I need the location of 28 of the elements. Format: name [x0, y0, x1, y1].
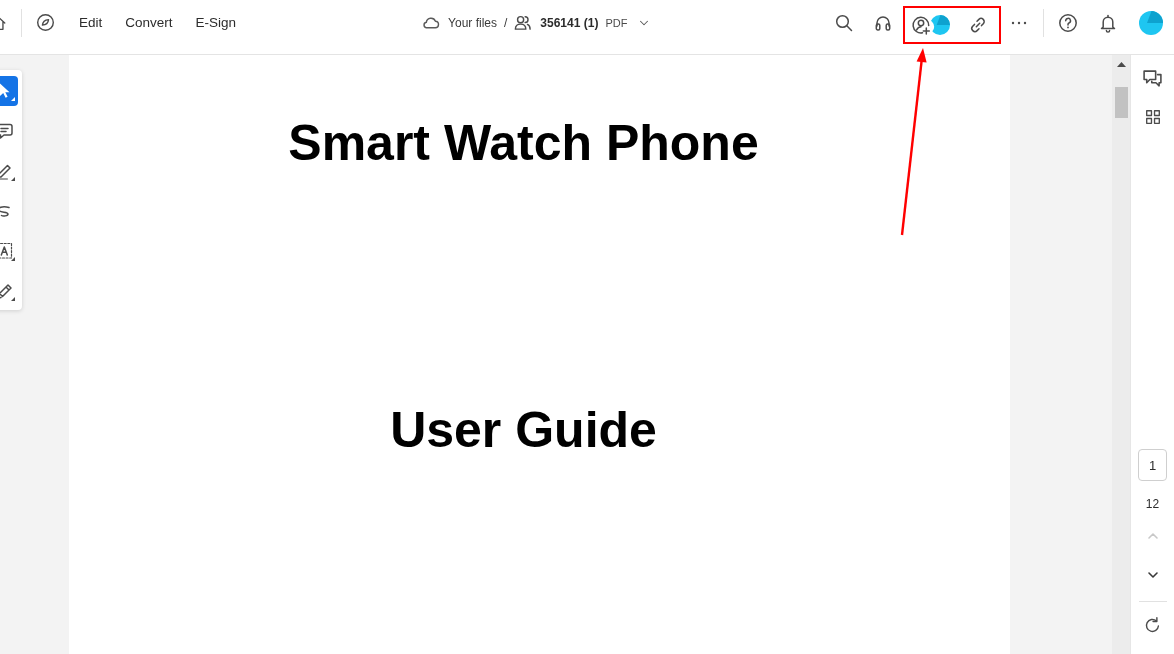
scroll-up-arrow-icon[interactable]: [1116, 62, 1126, 67]
chat-bubbles-icon[interactable]: [1142, 68, 1163, 89]
breadcrumb-separator: /: [504, 15, 508, 30]
people-icon: [513, 13, 533, 32]
breadcrumb-link[interactable]: Your files: [448, 15, 497, 30]
link-icon[interactable]: [968, 15, 988, 35]
help-icon[interactable]: [1058, 12, 1078, 33]
text-select-icon: [0, 241, 15, 261]
cursor-icon: [0, 81, 15, 101]
file-name: 356141 (1): [540, 15, 599, 30]
page-number-field[interactable]: 1: [1138, 449, 1167, 481]
file-type-label: PDF: [605, 16, 628, 29]
avatar-icon[interactable]: [1139, 10, 1163, 35]
pen-icon: [0, 281, 15, 301]
menu-item[interactable]: E-Sign: [195, 15, 237, 30]
search-icon[interactable]: [834, 12, 854, 33]
comment-icon: [0, 121, 15, 141]
document-title: Smart Watch Phone: [288, 114, 759, 172]
total-pages: 12: [1145, 496, 1160, 512]
grid-icon[interactable]: [1143, 108, 1162, 126]
menu-item[interactable]: Convert: [125, 15, 173, 30]
document-subtitle: User Guide: [390, 401, 657, 459]
compass-icon[interactable]: [36, 13, 55, 32]
bell-icon[interactable]: [1098, 12, 1118, 33]
refresh-icon[interactable]: [1143, 616, 1162, 635]
scrollbar-thumb[interactable]: [1114, 87, 1128, 118]
add-user-icon[interactable]: [911, 15, 931, 35]
menu-item[interactable]: Edit: [79, 15, 103, 30]
